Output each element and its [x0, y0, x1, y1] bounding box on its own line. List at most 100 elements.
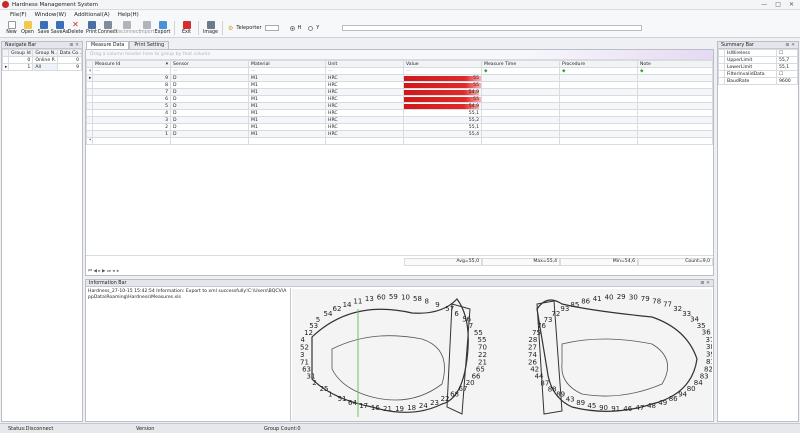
filter-cell[interactable]: —: [325, 67, 404, 75]
property-row[interactable]: BaudRate 9600: [718, 77, 798, 85]
cell-measure-time[interactable]: [481, 88, 560, 96]
cell-note[interactable]: [637, 130, 713, 138]
col-value[interactable]: Value: [403, 60, 482, 68]
radio-y[interactable]: [308, 25, 314, 31]
import-button[interactable]: Import: [139, 21, 154, 35]
cell-value[interactable]: 55,2: [403, 116, 482, 124]
pin-icon[interactable]: ⊞ ✕: [785, 43, 795, 48]
cell-sensor[interactable]: D: [170, 123, 249, 131]
delete-button[interactable]: ✕ Delete: [68, 21, 84, 36]
cell-note[interactable]: [637, 102, 713, 110]
col-measure-time[interactable]: Measure Time: [481, 60, 560, 68]
filter-cell[interactable]: —: [170, 67, 249, 75]
cell-measure-time[interactable]: [481, 116, 560, 124]
table-row[interactable]: 5 D M1 HRC 54,9: [86, 102, 713, 110]
property-row[interactable]: UpperLimit 55,7: [718, 56, 798, 64]
cell-measure-time[interactable]: [481, 123, 560, 131]
col-data-count[interactable]: Data Co...: [56, 49, 83, 57]
cell-value[interactable]: 55,1: [403, 109, 482, 117]
table-row[interactable]: 2 D M1 HRC 55,1: [86, 123, 713, 131]
table-row[interactable]: 4 D M1 HRC 55,1: [86, 109, 713, 117]
menu-file[interactable]: File(F): [10, 12, 27, 18]
cell-material[interactable]: M1: [248, 102, 326, 110]
cell-measure-id[interactable]: 5: [92, 102, 171, 110]
tab-print-setting[interactable]: Print Setting: [129, 41, 170, 49]
cell-measure-time[interactable]: [481, 102, 560, 110]
cell-measure-id[interactable]: 4: [92, 109, 171, 117]
cell-sensor[interactable]: D: [170, 95, 249, 103]
table-row[interactable]: ▸ 9 D M1 HRC 55: [86, 74, 713, 82]
cell-unit[interactable]: HRC: [325, 116, 404, 124]
cell-measure-time[interactable]: [481, 74, 560, 82]
cell-material[interactable]: M1: [248, 81, 326, 89]
menu-window[interactable]: Window(W): [35, 12, 66, 18]
cell-material[interactable]: M1: [248, 95, 326, 103]
filter-cell[interactable]: ◆: [637, 67, 713, 75]
cell-unit[interactable]: HRC: [325, 130, 404, 138]
cell-procedure[interactable]: [559, 95, 638, 103]
cell-sensor[interactable]: D: [170, 81, 249, 89]
cell-note[interactable]: [637, 95, 713, 103]
filter-cell[interactable]: ◆: [481, 67, 560, 75]
disconnect-button[interactable]: Disconnect: [114, 21, 140, 35]
cell-procedure[interactable]: [559, 81, 638, 89]
col-unit[interactable]: Unit: [325, 60, 404, 68]
property-row[interactable]: FilterInvalidData ☐: [718, 70, 798, 78]
cell-procedure[interactable]: [559, 109, 638, 117]
cell-note[interactable]: [637, 74, 713, 82]
cell-measure-id[interactable]: 3: [92, 116, 171, 124]
cell-procedure[interactable]: [559, 130, 638, 138]
cell-sensor[interactable]: D: [170, 102, 249, 110]
radio-h[interactable]: [289, 25, 295, 31]
minimize-button[interactable]: —: [761, 1, 767, 8]
property-row[interactable]: LowerLimit 55,1: [718, 63, 798, 71]
cell-unit[interactable]: HRC: [325, 102, 404, 110]
table-row[interactable]: 1 D M1 HRC 55,4: [86, 130, 713, 138]
cell-material[interactable]: M1: [248, 116, 326, 124]
cell-note[interactable]: [637, 123, 713, 131]
save-as-button[interactable]: SaveAs: [51, 21, 68, 35]
cell-unit[interactable]: HRC: [325, 88, 404, 96]
cell-procedure[interactable]: [559, 116, 638, 124]
filter-cell[interactable]: ◆: [559, 67, 638, 75]
cell-note[interactable]: [637, 116, 713, 124]
cell-procedure[interactable]: [559, 74, 638, 82]
cell-procedure[interactable]: [559, 88, 638, 96]
connect-button[interactable]: Connect: [98, 21, 117, 35]
exit-button[interactable]: Exit: [180, 21, 193, 35]
cell-measure-time[interactable]: [481, 109, 560, 117]
cell-unit[interactable]: HRC: [325, 95, 404, 103]
open-button[interactable]: Open: [21, 21, 34, 35]
table-row[interactable]: 3 D M1 HRC 55,2: [86, 116, 713, 124]
col-measure-id[interactable]: Measure Id ▾: [92, 60, 171, 68]
new-button[interactable]: New: [5, 21, 18, 35]
table-row[interactable]: 0 Online P... 0: [2, 56, 83, 64]
cell-sensor[interactable]: D: [170, 116, 249, 124]
col-sensor[interactable]: Sensor: [170, 60, 249, 68]
cell-measure-id[interactable]: 8: [92, 81, 171, 89]
close-button[interactable]: ✕: [789, 1, 794, 8]
filter-cell[interactable]: —: [403, 67, 482, 75]
pin-icon[interactable]: ⊞ ✕: [700, 281, 710, 286]
cell-value[interactable]: 55,1: [403, 123, 482, 131]
cell-sensor[interactable]: D: [170, 74, 249, 82]
col-procedure[interactable]: Procedure: [559, 60, 638, 68]
image-button[interactable]: Image: [203, 21, 218, 35]
checkbox[interactable]: ☐: [776, 49, 798, 57]
record-navigator[interactable]: ⏮ ◀ ▸ ▶ ⏭ ◂ ◂: [88, 268, 118, 274]
property-row[interactable]: IsWireless ☐: [718, 49, 798, 57]
table-row[interactable]: 6 D M1 HRC 55: [86, 95, 713, 103]
cell-value[interactable]: 55: [403, 81, 482, 89]
cell-measure-time[interactable]: [481, 81, 560, 89]
cell-unit[interactable]: HRC: [325, 74, 404, 82]
cell-unit[interactable]: HRC: [325, 123, 404, 131]
cell-sensor[interactable]: D: [170, 88, 249, 96]
col-note[interactable]: Note: [637, 60, 713, 68]
teleporter-input[interactable]: [264, 25, 279, 31]
cell-sensor[interactable]: D: [170, 109, 249, 117]
menu-additional[interactable]: Additional(A): [74, 12, 110, 18]
cell-unit[interactable]: HRC: [325, 81, 404, 89]
cell-material[interactable]: M1: [248, 74, 326, 82]
cell-material[interactable]: M1: [248, 88, 326, 96]
col-group-name[interactable]: Group N...: [32, 49, 58, 57]
